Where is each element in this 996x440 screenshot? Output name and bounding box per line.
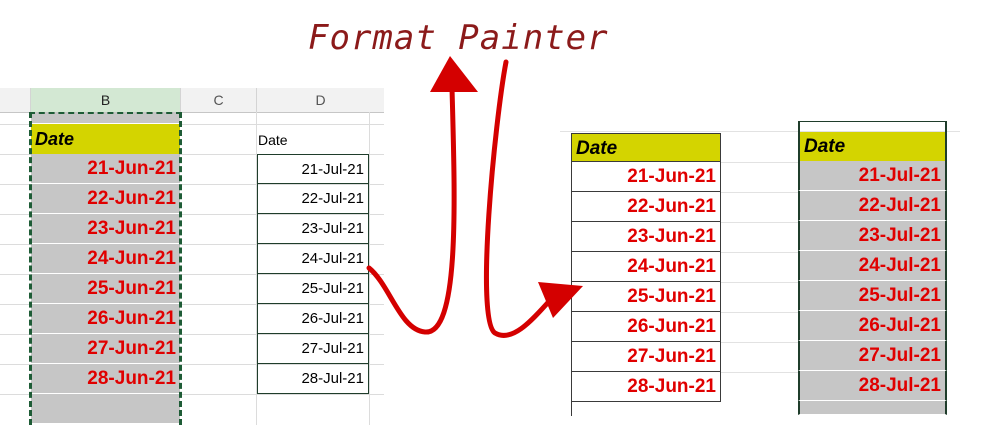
up-arrow-line [366, 85, 457, 335]
flow-arrows [366, 56, 583, 338]
up-arrowhead [430, 56, 478, 92]
right-arrowhead [538, 282, 583, 318]
